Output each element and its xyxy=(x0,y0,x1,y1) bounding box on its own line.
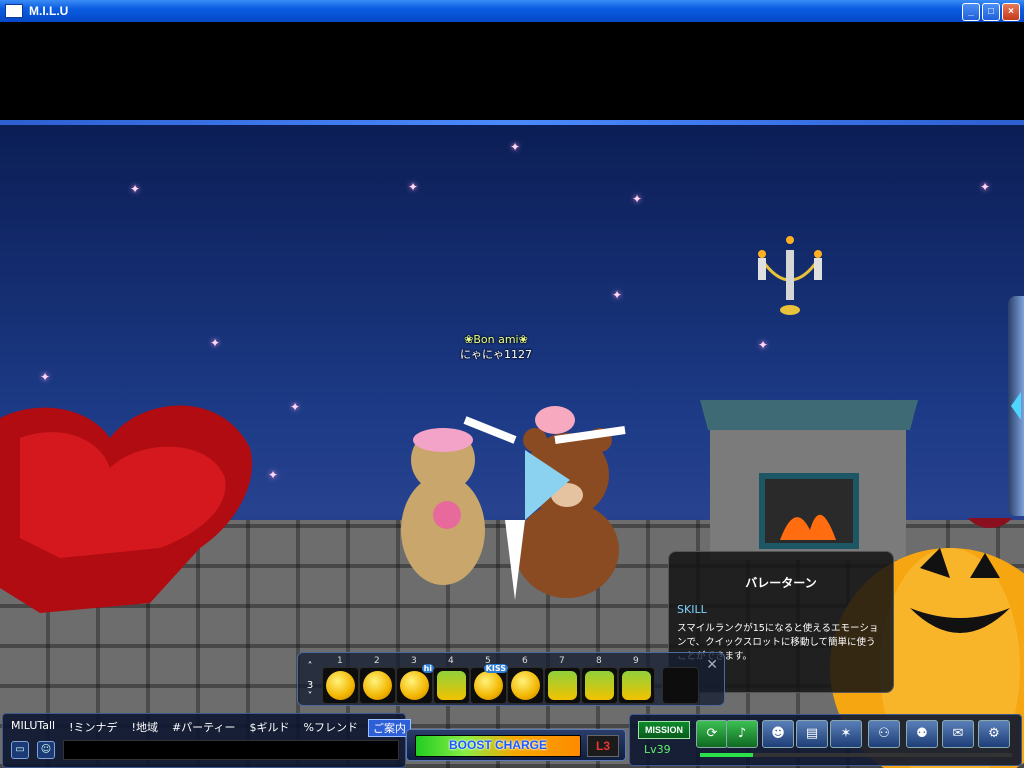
cheer-emote-icon xyxy=(511,671,540,700)
community-icon[interactable]: ⚉ xyxy=(906,720,938,748)
wall-edge xyxy=(0,120,1024,125)
maximize-button[interactable]: □ xyxy=(982,3,1000,21)
star-sparkle: ✦ xyxy=(40,370,51,384)
chat-tab-guide[interactable]: ご案内 xyxy=(367,719,411,737)
tooltip-type: SKILL xyxy=(677,603,707,616)
hi-emote-icon xyxy=(400,671,429,700)
letterbox-bar xyxy=(0,22,1024,120)
pose-emote-icon xyxy=(622,671,651,700)
quickslot-bar: ˄ 3 ˅ 1 2 3 hi 4 5 KISS 6 7 8 9 ✕ xyxy=(297,652,725,706)
star-sparkle: ✦ xyxy=(510,140,521,154)
character-nametag: ❀Bon ami❀ にゃにゃ1127 xyxy=(460,333,532,362)
chat-panel: MILUTall !ミンナデ !地域 #パーティー $ギルド %フレンド ご案内… xyxy=(2,713,411,768)
window-titlebar: M.I.L.U _ □ × xyxy=(0,0,1024,22)
chat-icon[interactable]: ✉ xyxy=(942,720,974,748)
boost-level-badge: L3 xyxy=(587,735,619,757)
star-sparkle: ✦ xyxy=(268,468,279,482)
star-sparkle: ✦ xyxy=(290,400,301,414)
app-icon xyxy=(5,4,23,18)
star-sparkle: ✦ xyxy=(632,192,643,206)
teddy-bears[interactable] xyxy=(395,400,665,600)
chat-tab-region[interactable]: !地域 xyxy=(128,719,162,737)
side-panel-toggle[interactable] xyxy=(1008,296,1024,516)
boost-charge-label: BOOST CHARGE xyxy=(448,738,547,752)
chat-tab-party[interactable]: #パーティー xyxy=(168,719,240,737)
chat-tab-everyone[interactable]: !ミンナデ xyxy=(65,719,121,737)
quickslot-pager[interactable]: ˄ 3 ˅ xyxy=(302,661,318,702)
guild-name: ❀Bon ami❀ xyxy=(464,333,528,346)
settings-icon[interactable]: ⚙ xyxy=(978,720,1010,748)
character-icon[interactable]: ☻ xyxy=(762,720,794,748)
heart-sofa[interactable] xyxy=(0,398,252,618)
dance-emote-icon xyxy=(548,671,577,700)
star-sparkle: ✦ xyxy=(758,338,769,352)
mission-button[interactable]: MISSION xyxy=(638,721,690,739)
inventory-icon[interactable]: ▤ xyxy=(796,720,828,748)
star-sparkle: ✦ xyxy=(210,336,221,350)
cycle-icon[interactable]: ⟳ xyxy=(696,720,728,748)
close-button[interactable]: × xyxy=(1002,3,1020,21)
ballet-turn-emote-icon xyxy=(437,671,466,700)
chat-tabs: MILUTall !ミンナデ !地域 #パーティー $ギルド %フレンド ご案内 xyxy=(7,719,417,737)
window-title: M.I.L.U xyxy=(29,4,69,18)
chat-window-icon[interactable]: ▭ xyxy=(11,741,29,759)
exp-bar xyxy=(700,753,1012,757)
star-sparkle: ✦ xyxy=(980,180,991,194)
kiss-emote-icon xyxy=(474,671,503,700)
quickslot-9[interactable]: 9 xyxy=(618,656,655,704)
boost-charge-panel: BOOST CHARGE L3 xyxy=(406,729,626,761)
main-menu-bar: MISSION Lv39 ⟳ ♪ ☻ ▤ ✶ ⚇ ⚉ ✉ ⚙ xyxy=(629,714,1022,766)
cry-emote-icon xyxy=(363,671,392,700)
party-icon[interactable]: ⚇ xyxy=(868,720,900,748)
quickslot-1[interactable]: 1 xyxy=(322,656,359,704)
chat-tab-guild[interactable]: $ギルド xyxy=(246,719,294,737)
quickslot-2[interactable]: 2 xyxy=(359,656,396,704)
chat-tab-all[interactable]: MILUTall xyxy=(7,719,59,737)
tooltip-title: バレーターン xyxy=(745,576,817,590)
jump-emote-icon xyxy=(585,671,614,700)
quickslot-6[interactable]: 6 xyxy=(507,656,544,704)
chevron-down-icon[interactable]: ˅ xyxy=(308,691,313,702)
quickslot-empty[interactable] xyxy=(662,667,699,704)
player-name: にゃにゃ1127 xyxy=(460,348,532,361)
minimize-button[interactable]: _ xyxy=(962,3,980,21)
star-sparkle: ✦ xyxy=(612,288,623,302)
quickslot-4[interactable]: 4 xyxy=(433,656,470,704)
level-indicator: Lv39 xyxy=(644,743,671,756)
quickslot-5[interactable]: 5 KISS xyxy=(470,656,508,704)
skill-icon[interactable]: ✶ xyxy=(830,720,862,748)
emoticon-icon[interactable]: ☺ xyxy=(37,741,55,759)
chat-input[interactable] xyxy=(63,740,399,760)
quickslot-page-number: 3 xyxy=(306,680,314,691)
quickslot-8[interactable]: 8 xyxy=(581,656,618,704)
laugh-emote-icon xyxy=(326,671,355,700)
candelabra xyxy=(758,236,822,315)
exp-bar-fill xyxy=(700,753,754,757)
star-sparkle: ✦ xyxy=(130,182,141,196)
dance-icon[interactable]: ♪ xyxy=(726,720,758,748)
close-icon[interactable]: ✕ xyxy=(706,657,718,673)
chat-tab-friend[interactable]: %フレンド xyxy=(300,719,362,737)
chevron-up-icon[interactable]: ˄ xyxy=(308,661,313,672)
boost-charge-button[interactable]: BOOST CHARGE xyxy=(415,735,581,757)
quickslot-7[interactable]: 7 xyxy=(544,656,581,704)
star-sparkle: ✦ xyxy=(408,180,419,194)
arrow-left-icon xyxy=(1011,392,1021,420)
quickslot-3[interactable]: 3 hi xyxy=(396,656,434,704)
